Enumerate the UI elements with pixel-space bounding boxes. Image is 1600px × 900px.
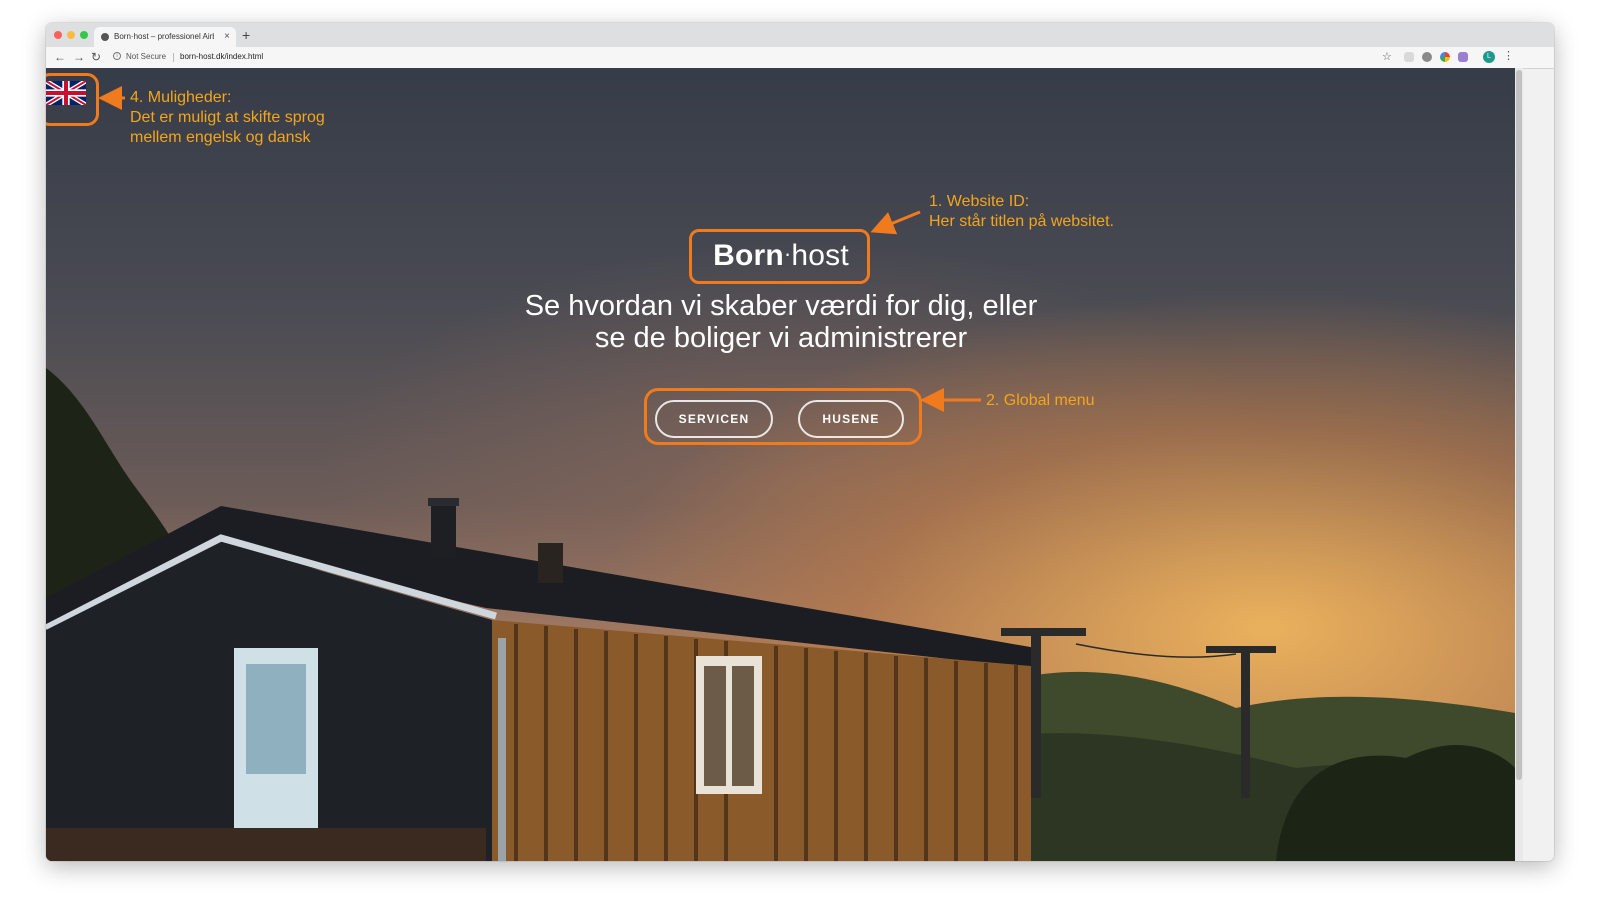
browser-tab[interactable]: Born·host – professionel Airbn × — [94, 27, 236, 47]
tab-title: Born·host – professionel Airbn — [114, 32, 214, 41]
language-annotation-line2: mellem engelsk og dansk — [130, 129, 311, 146]
globe-icon — [101, 33, 109, 41]
chimney — [538, 543, 563, 583]
window-pane — [704, 666, 726, 786]
address-bar[interactable]: i Not Secure born-host.dk/index.html — [110, 49, 1370, 65]
extension-icon[interactable] — [1422, 52, 1432, 62]
global-menu-annotation: 2. Global menu — [986, 392, 1095, 409]
star-icon[interactable]: ☆ — [1382, 49, 1392, 65]
back-arrow-icon[interactable]: ← — [54, 49, 66, 65]
reload-icon[interactable]: ↻ — [91, 49, 101, 65]
window-pane — [732, 666, 754, 786]
url-text[interactable]: born-host.dk/index.html — [180, 49, 263, 65]
pole-crossbar — [1206, 646, 1276, 653]
website-id-annotation-line1: Her står titlen på websitet. — [929, 213, 1114, 230]
scrollbar-thumb[interactable] — [1516, 70, 1522, 780]
pole-crossbar — [1001, 628, 1086, 636]
browser-window: Born·host – professionel Airbn × + ← → ↻… — [46, 23, 1554, 861]
fence — [46, 828, 486, 861]
new-tab-button[interactable]: + — [242, 26, 250, 44]
logo-highlight — [689, 229, 870, 284]
forward-arrow-icon[interactable]: → — [73, 49, 85, 65]
page-viewport: Born·host Se hvordan vi skaber værdi for… — [46, 68, 1515, 861]
tab-close-icon[interactable]: × — [224, 27, 230, 47]
hero-background-image — [46, 368, 1515, 861]
minimize-window-icon[interactable] — [67, 31, 75, 39]
close-window-icon[interactable] — [54, 31, 62, 39]
menu-highlight — [644, 388, 922, 445]
door-window — [246, 664, 306, 774]
extension-icon[interactable] — [1440, 52, 1450, 62]
flag-highlight — [46, 73, 99, 126]
maximize-window-icon[interactable] — [80, 31, 88, 39]
language-annotation-title: 4. Muligheder: — [130, 89, 232, 106]
browser-toolbar: ← → ↻ i Not Secure born-host.dk/index.ht… — [46, 47, 1554, 69]
extension-icon[interactable] — [1458, 52, 1468, 62]
security-status: Not Secure — [126, 52, 167, 61]
address-separator — [173, 53, 174, 62]
pole — [1031, 628, 1041, 798]
menu-dots-icon[interactable]: ⋮ — [1503, 48, 1514, 64]
extension-icon[interactable] — [1404, 52, 1414, 62]
language-annotation-line1: Det er muligt at skifte sprog — [130, 109, 325, 126]
tab-strip: Born·host – professionel Airbn × + — [46, 23, 1554, 47]
chimney-cap — [428, 498, 459, 506]
info-icon[interactable]: i — [113, 52, 121, 60]
profile-avatar[interactable]: L — [1483, 51, 1495, 63]
pole — [1241, 648, 1250, 798]
chimney — [431, 503, 456, 558]
website-id-annotation: 1. Website ID: Her står titlen på websit… — [929, 192, 1114, 232]
language-annotation: 4. Muligheder: Det er muligt at skifte s… — [130, 88, 325, 148]
hero-tagline: Se hvordan vi skaber værdi for dig, elle… — [524, 290, 1038, 354]
scrollbar[interactable] — [1515, 68, 1523, 861]
website-id-annotation-title: 1. Website ID: — [929, 193, 1030, 210]
drainpipe — [498, 638, 506, 861]
